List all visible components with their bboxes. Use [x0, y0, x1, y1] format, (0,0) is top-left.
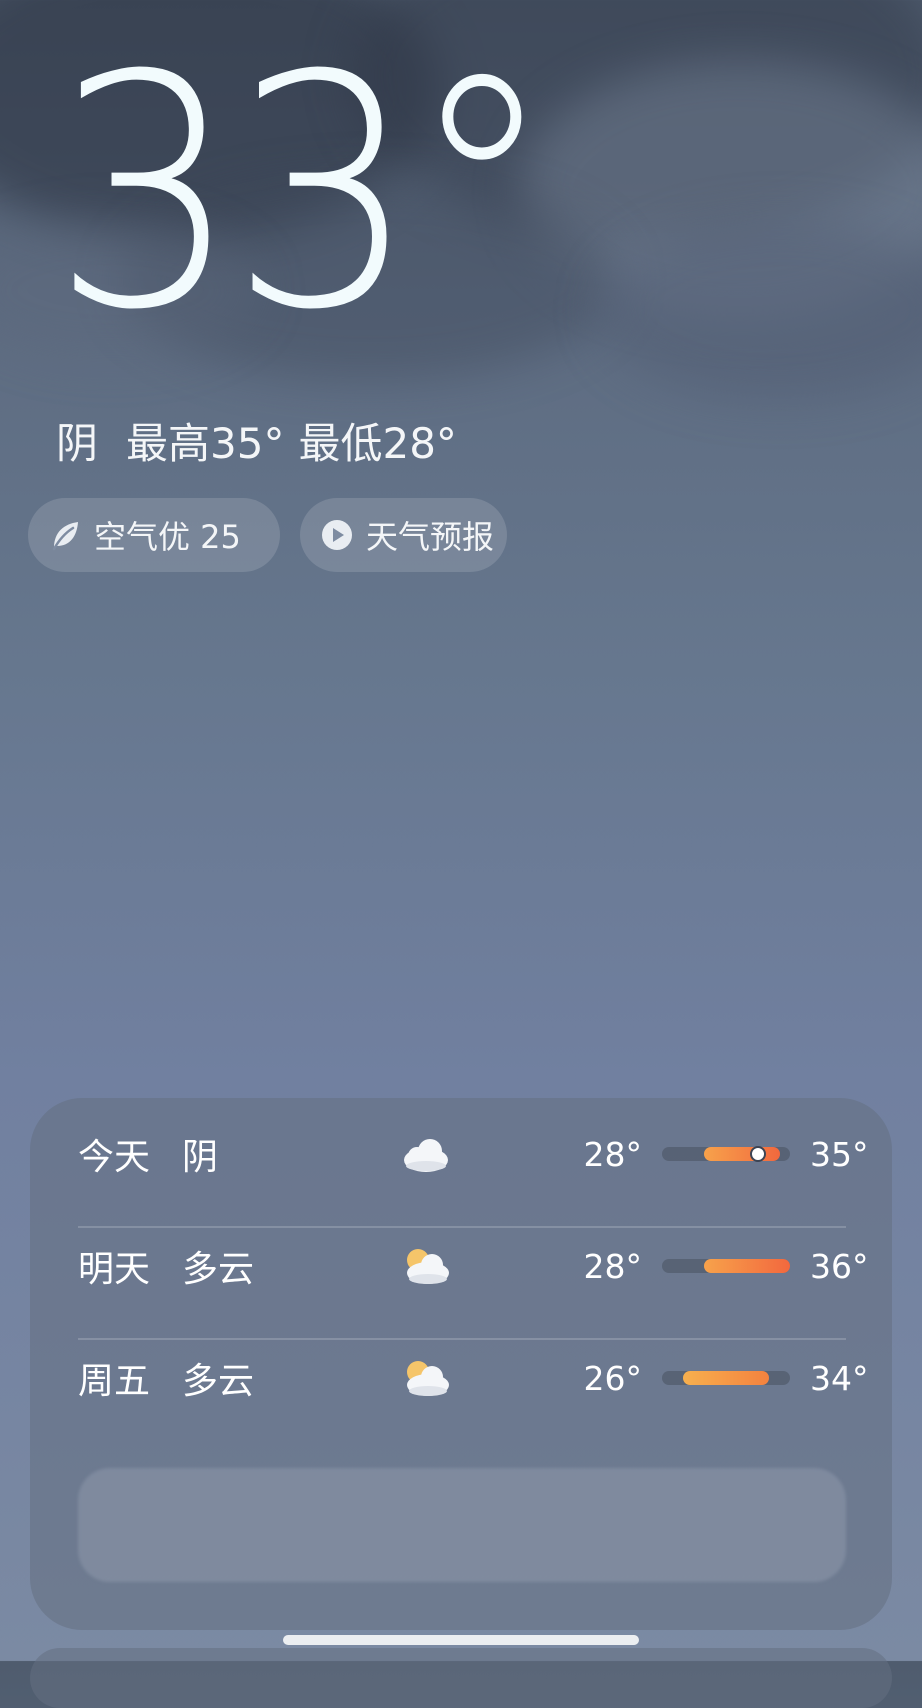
- weather-forecast-label: 天气预报: [366, 518, 495, 556]
- cloud-icon: [402, 1134, 452, 1174]
- play-icon: [320, 518, 354, 552]
- home-indicator[interactable]: [283, 1635, 639, 1645]
- temperature-range-fill: [683, 1371, 769, 1385]
- forecast-high: 34°: [810, 1358, 869, 1398]
- forecast-condition: 多云: [182, 1361, 255, 1402]
- today-high: 最高35°: [126, 419, 285, 468]
- temperature-range-bar: [662, 1146, 790, 1162]
- temperature-range-fill: [704, 1259, 790, 1273]
- forecast-high: 35°: [810, 1134, 869, 1174]
- forecast-low: 28°: [583, 1246, 643, 1286]
- more-forecast-button[interactable]: [78, 1468, 846, 1582]
- info-chips: 空气优 25 天气预报: [28, 498, 507, 572]
- weather-summary: 阴 最高35° 最低28°: [56, 410, 457, 471]
- forecast-low: 28°: [583, 1134, 643, 1174]
- forecast-condition: 阴: [182, 1137, 219, 1178]
- forecast-day: 明天: [78, 1249, 151, 1290]
- forecast-row[interactable]: 今天 阴 28° 35°: [78, 1098, 869, 1210]
- current-temp-marker: [750, 1146, 766, 1162]
- next-card: [30, 1648, 892, 1708]
- forecast-condition: 多云: [182, 1249, 255, 1290]
- current-temperature: 33°: [52, 8, 555, 380]
- temperature-range-bar: [662, 1259, 790, 1273]
- weather-forecast-chip[interactable]: 天气预报: [300, 498, 507, 572]
- temperature-range-fill: [704, 1147, 780, 1161]
- temperature-range-bar: [662, 1371, 790, 1385]
- air-quality-label: 空气优 25: [94, 518, 241, 556]
- forecast-high: 36°: [810, 1246, 869, 1286]
- forecast-row[interactable]: 周五 多云 26° 34°: [78, 1322, 869, 1434]
- daily-forecast-card: 今天 阴 28° 35° 明天 多云 28° 36° 周五 多云 26° 34°: [30, 1098, 892, 1630]
- forecast-low: 26°: [583, 1358, 643, 1398]
- forecast-day: 今天: [78, 1137, 151, 1178]
- forecast-row[interactable]: 明天 多云 28° 36°: [78, 1210, 869, 1322]
- partly-cloudy-icon: [402, 1358, 452, 1398]
- leaf-icon: [48, 518, 82, 552]
- air-quality-chip[interactable]: 空气优 25: [28, 498, 280, 572]
- partly-cloudy-icon: [402, 1246, 452, 1286]
- today-low: 最低28°: [298, 419, 457, 468]
- current-condition: 阴: [56, 419, 99, 468]
- forecast-day: 周五: [78, 1361, 151, 1402]
